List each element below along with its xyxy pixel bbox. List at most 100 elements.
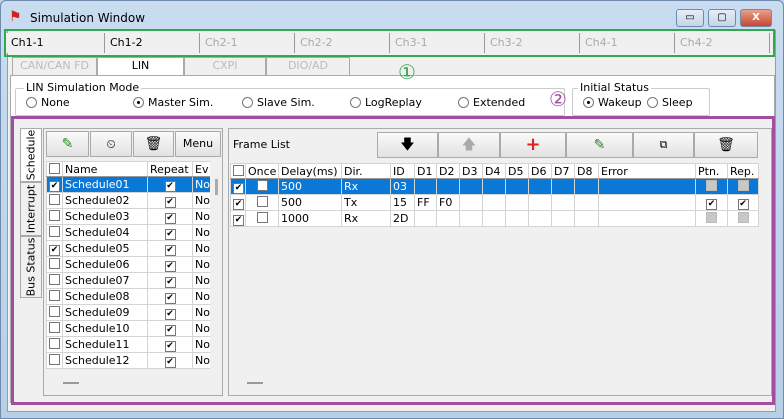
col-header[interactable]: D2 bbox=[436, 163, 460, 179]
checkbox[interactable]: ✔ bbox=[706, 199, 717, 210]
radio-button[interactable] bbox=[458, 97, 469, 108]
radio-lin-mode[interactable]: LogReplay bbox=[350, 96, 422, 109]
add-frame-button[interactable]: + bbox=[500, 132, 566, 158]
tab-interrupt[interactable]: Interrupt bbox=[20, 182, 42, 236]
col-header[interactable]: Rep. bbox=[727, 163, 759, 179]
radio-initial-status[interactable]: Sleep bbox=[647, 96, 693, 109]
repeat-checkbox[interactable]: ✔ bbox=[164, 341, 176, 352]
table-row[interactable]: ✔ Schedule01 ✔ No bbox=[46, 176, 210, 193]
checkbox[interactable] bbox=[256, 196, 268, 207]
radio-initial-status[interactable]: Wakeup bbox=[583, 96, 642, 109]
col-header[interactable]: D6 bbox=[528, 163, 552, 179]
row-checkbox[interactable] bbox=[49, 306, 60, 317]
col-header[interactable]: Ptn. bbox=[695, 163, 728, 179]
col-header[interactable]: D1 bbox=[414, 163, 437, 179]
tab-protocol[interactable]: DIO/AD bbox=[266, 57, 350, 75]
col-name[interactable]: Name bbox=[62, 161, 148, 177]
delete-frame-button[interactable]: 🗑 bbox=[694, 132, 758, 158]
row-checkbox[interactable] bbox=[49, 322, 60, 333]
radio-button[interactable] bbox=[647, 97, 658, 108]
edit-frame-button[interactable]: ✎ bbox=[566, 132, 633, 158]
checkbox[interactable]: ✔ bbox=[233, 183, 244, 194]
radio-lin-mode[interactable]: Master Sim. bbox=[133, 96, 213, 109]
row-checkbox[interactable]: ✔ bbox=[49, 245, 60, 256]
timing-button[interactable]: ⏲ bbox=[90, 131, 132, 157]
table-row[interactable]: Schedule07 ✔ No bbox=[46, 272, 210, 289]
col-header[interactable]: D3 bbox=[459, 163, 483, 179]
edit-schedule-button[interactable]: ✎ bbox=[46, 131, 89, 157]
checkbox[interactable]: ✔ bbox=[233, 199, 244, 210]
resize-grip[interactable] bbox=[247, 382, 263, 384]
radio-button[interactable] bbox=[133, 97, 144, 108]
col-ev[interactable]: Ev bbox=[192, 161, 210, 177]
checkbox[interactable] bbox=[233, 164, 244, 176]
col-header[interactable]: Delay(ms) bbox=[278, 163, 342, 179]
radio-lin-mode[interactable]: Extended bbox=[458, 96, 525, 109]
col-header[interactable]: D4 bbox=[482, 163, 506, 179]
col-repeat[interactable]: Repeat bbox=[147, 161, 193, 177]
table-row[interactable]: Schedule03 ✔ No bbox=[46, 208, 210, 225]
tab-protocol[interactable]: CAN/CAN FD bbox=[12, 57, 97, 75]
tab-schedule[interactable]: Schedule bbox=[20, 128, 42, 182]
repeat-checkbox[interactable]: ✔ bbox=[164, 229, 176, 240]
repeat-checkbox[interactable]: ✔ bbox=[164, 261, 176, 272]
tab-protocol[interactable]: LIN bbox=[97, 57, 184, 76]
move-down-button[interactable]: 🡇 bbox=[377, 132, 438, 158]
tab-bus-status[interactable]: Bus Status bbox=[20, 236, 42, 298]
schedule-scrollbar[interactable] bbox=[210, 175, 222, 370]
repeat-checkbox[interactable]: ✔ bbox=[164, 197, 176, 208]
repeat-checkbox[interactable]: ✔ bbox=[164, 277, 176, 288]
repeat-checkbox[interactable]: ✔ bbox=[164, 245, 176, 256]
radio-button[interactable] bbox=[583, 97, 594, 108]
delete-schedule-button[interactable]: 🗑 bbox=[133, 131, 174, 157]
table-row[interactable]: ✔ 1000 Rx 2D bbox=[230, 210, 759, 227]
table-row[interactable]: Schedule04 ✔ No bbox=[46, 224, 210, 241]
checkbox[interactable]: ✔ bbox=[737, 199, 749, 210]
scroll-thumb[interactable] bbox=[214, 179, 218, 195]
resize-grip[interactable] bbox=[63, 382, 79, 384]
row-checkbox[interactable] bbox=[49, 258, 60, 269]
menu-button[interactable]: Menu bbox=[175, 131, 221, 157]
repeat-checkbox[interactable]: ✔ bbox=[164, 213, 176, 224]
maximize-button[interactable]: ▢ bbox=[708, 9, 736, 27]
radio-button[interactable] bbox=[26, 97, 37, 108]
table-row[interactable]: Schedule10 ✔ No bbox=[46, 320, 210, 337]
tab-protocol[interactable]: CXPI bbox=[184, 57, 266, 75]
row-checkbox[interactable] bbox=[49, 226, 60, 237]
repeat-checkbox[interactable]: ✔ bbox=[164, 309, 176, 320]
minimize-button[interactable]: ▭ bbox=[676, 9, 704, 27]
row-checkbox[interactable] bbox=[49, 290, 60, 301]
checkbox[interactable] bbox=[256, 212, 268, 223]
copy-frame-button[interactable]: ⧉ bbox=[633, 132, 694, 158]
row-checkbox[interactable] bbox=[49, 338, 60, 349]
col-header[interactable]: D7 bbox=[551, 163, 575, 179]
col-header[interactable]: Dir. bbox=[341, 163, 391, 179]
repeat-checkbox[interactable]: ✔ bbox=[164, 293, 176, 304]
table-row[interactable]: Schedule08 ✔ No bbox=[46, 288, 210, 305]
table-row[interactable]: Schedule13✔No bbox=[46, 368, 210, 369]
select-all-header[interactable] bbox=[230, 163, 246, 179]
repeat-checkbox[interactable]: ✔ bbox=[164, 181, 176, 192]
table-row[interactable]: Schedule06 ✔ No bbox=[46, 256, 210, 273]
row-checkbox[interactable]: ✔ bbox=[49, 181, 60, 192]
row-checkbox[interactable] bbox=[49, 354, 60, 365]
move-up-button[interactable]: 🡅 bbox=[438, 132, 500, 158]
table-row[interactable]: Schedule11 ✔ No bbox=[46, 336, 210, 353]
radio-lin-mode[interactable]: None bbox=[26, 96, 70, 109]
table-row[interactable]: ✔ Schedule05 ✔ No bbox=[46, 240, 210, 257]
row-checkbox[interactable] bbox=[49, 274, 60, 285]
table-row[interactable]: ✔ 500 Rx 03 bbox=[230, 178, 759, 195]
row-checkbox[interactable] bbox=[49, 210, 60, 221]
radio-button[interactable] bbox=[242, 97, 253, 108]
close-button[interactable]: X bbox=[740, 9, 772, 27]
table-row[interactable]: Schedule09 ✔ No bbox=[46, 304, 210, 321]
radio-lin-mode[interactable]: Slave Sim. bbox=[242, 96, 315, 109]
radio-button[interactable] bbox=[350, 97, 361, 108]
col-header[interactable]: D8 bbox=[574, 163, 599, 179]
repeat-checkbox[interactable]: ✔ bbox=[164, 357, 176, 368]
col-header[interactable]: Error bbox=[598, 163, 696, 179]
col-header[interactable]: ID bbox=[390, 163, 415, 179]
select-all-header[interactable] bbox=[46, 161, 63, 177]
checkbox[interactable] bbox=[49, 162, 60, 174]
row-checkbox[interactable] bbox=[49, 194, 60, 205]
